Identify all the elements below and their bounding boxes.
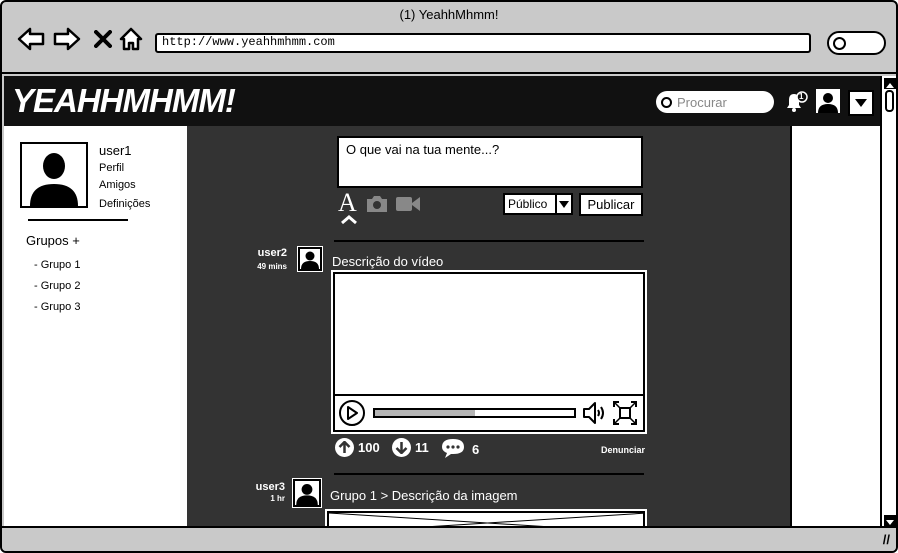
upvote-button[interactable]: 100 xyxy=(335,438,380,457)
video-player[interactable] xyxy=(331,270,647,434)
post-timestamp: 49 mins xyxy=(257,262,287,271)
news-feed: O que vai na tua mente...? A Público Pub… xyxy=(187,126,790,526)
browser-status-bar: // xyxy=(2,526,896,551)
url-field[interactable]: http://www.yeahhmhmm.com xyxy=(155,33,811,53)
forward-arrow-icon[interactable] xyxy=(52,24,82,54)
sidebar-link-perfil[interactable]: Perfil xyxy=(99,162,124,174)
site-logo[interactable]: YEAHHMHMM! xyxy=(12,82,236,120)
video-progress-bar[interactable] xyxy=(373,408,576,418)
post-author[interactable]: user2 xyxy=(237,247,287,259)
page-scrollbar[interactable] xyxy=(880,76,896,528)
sidebar-link-definicoes[interactable]: Definições xyxy=(99,198,150,210)
text-format-label: A xyxy=(338,188,357,217)
visibility-value: Público xyxy=(505,195,557,213)
play-button[interactable] xyxy=(339,400,365,426)
home-icon[interactable] xyxy=(116,24,146,54)
sidebar-divider xyxy=(28,219,128,221)
arrow-down-icon xyxy=(392,438,411,457)
browser-window: (1) YeahhMhmm! http://www.yeahhmhmm.com … xyxy=(0,0,898,553)
image-placeholder-icon xyxy=(329,513,643,526)
post-author-avatar[interactable] xyxy=(292,478,322,508)
comments-button[interactable]: 6 xyxy=(440,437,479,462)
feed-divider xyxy=(334,473,644,475)
site-search-input[interactable]: Procurar xyxy=(656,91,774,113)
person-icon xyxy=(818,93,838,113)
comment-bubble-icon xyxy=(440,437,466,462)
notification-count: 1 xyxy=(799,92,804,101)
downvote-button[interactable]: 11 xyxy=(392,438,429,457)
search-placeholder: Procurar xyxy=(677,94,727,110)
sidebar-link-amigos[interactable]: Amigos xyxy=(99,179,136,191)
chevron-down-icon xyxy=(855,99,867,107)
upvote-count: 100 xyxy=(358,440,380,455)
account-menu-button[interactable] xyxy=(848,90,874,116)
fullscreen-icon[interactable] xyxy=(613,401,637,430)
volume-icon[interactable] xyxy=(582,401,608,430)
notifications-bell-icon[interactable]: 1 xyxy=(784,91,808,113)
search-icon xyxy=(661,96,672,108)
left-sidebar: user1 Perfil Amigos Definições Grupos + … xyxy=(4,126,187,526)
text-format-icon[interactable]: A xyxy=(338,188,357,225)
video-controls xyxy=(335,394,643,430)
comment-count: 6 xyxy=(472,442,480,457)
chevron-up-icon xyxy=(341,215,357,225)
video-progress-fill xyxy=(375,410,475,416)
sidebar-group-2[interactable]: - Grupo 2 xyxy=(34,280,80,292)
scroll-thumb[interactable] xyxy=(885,90,894,112)
person-icon xyxy=(30,153,78,206)
arrow-up-icon xyxy=(335,438,354,457)
groups-heading[interactable]: Grupos + xyxy=(26,233,80,248)
page-viewport: YEAHHMHMM! Procurar 1 user1 Perfil Amigo… xyxy=(4,76,880,526)
post-image[interactable] xyxy=(325,509,647,526)
feed-divider xyxy=(334,240,644,242)
window-title: (1) YeahhMhmm! xyxy=(399,7,499,22)
right-column xyxy=(790,126,880,526)
profile-avatar[interactable] xyxy=(20,142,88,208)
play-icon xyxy=(347,406,358,420)
chrome-divider xyxy=(2,72,896,74)
scroll-down-button[interactable] xyxy=(884,515,896,526)
sidebar-username[interactable]: user1 xyxy=(99,143,132,158)
post-author-avatar[interactable] xyxy=(297,246,323,272)
chevron-down-icon xyxy=(557,195,571,213)
post-composer-input[interactable]: O que vai na tua mente...? xyxy=(337,136,643,188)
sidebar-group-3[interactable]: - Grupo 3 xyxy=(34,301,80,313)
person-icon xyxy=(301,251,319,269)
composer-placeholder: O que vai na tua mente...? xyxy=(346,142,500,157)
browser-search-field[interactable] xyxy=(827,31,886,55)
scroll-up-button[interactable] xyxy=(884,78,896,89)
publish-button[interactable]: Publicar xyxy=(579,193,643,216)
sidebar-group-1[interactable]: - Grupo 1 xyxy=(34,259,80,271)
site-header: YEAHHMHMM! Procurar 1 xyxy=(4,76,880,126)
post-title: Grupo 1 > Descrição da imagem xyxy=(330,488,518,503)
post-title: Descrição do vídeo xyxy=(332,254,444,269)
person-icon xyxy=(296,484,318,505)
user-avatar-button[interactable] xyxy=(816,89,840,113)
post-timestamp: 1 hr xyxy=(270,494,285,503)
camera-icon[interactable] xyxy=(365,194,389,219)
video-camera-icon[interactable] xyxy=(395,195,421,218)
post-author[interactable]: user3 xyxy=(237,481,285,493)
search-icon xyxy=(833,37,846,50)
visibility-select[interactable]: Público xyxy=(503,193,573,215)
downvote-count: 11 xyxy=(415,440,429,455)
back-arrow-icon[interactable] xyxy=(16,24,46,54)
report-link[interactable]: Denunciar xyxy=(601,445,645,455)
stop-icon[interactable] xyxy=(88,24,118,54)
resize-grip-icon[interactable]: // xyxy=(883,532,890,547)
